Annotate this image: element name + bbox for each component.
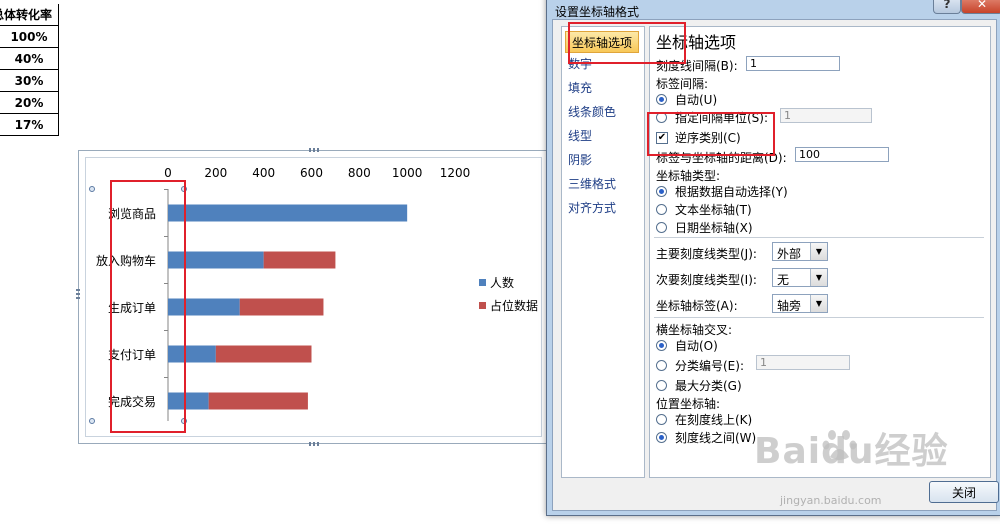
nav-line-style[interactable]: 线型 [568, 127, 592, 144]
bar-placeholder [263, 251, 336, 269]
legend-entry: 人数 [490, 275, 514, 290]
bar-people [168, 204, 408, 222]
table-cell[interactable]: 17% [0, 114, 59, 136]
label-interval-label: 标签间隔: [656, 77, 709, 91]
dialog-title: 设置坐标轴格式 [555, 5, 640, 19]
nav-3d-format[interactable]: 三维格式 [568, 175, 616, 192]
axis-labels-select[interactable]: 轴旁 ▼ [772, 294, 828, 313]
label-interval-unit-input[interactable]: 1 [780, 108, 872, 123]
x-tick-label: 400 [252, 166, 275, 180]
nav-line-color[interactable]: 线条颜色 [568, 103, 616, 120]
axis-type-text-radio[interactable]: 文本坐标轴(T) [656, 201, 752, 218]
x-tick-label: 0 [164, 166, 172, 180]
crosses-auto-radio[interactable]: 自动(O) [656, 337, 718, 354]
table-cell[interactable]: 30% [0, 70, 59, 92]
chevron-down-icon: ▼ [810, 295, 827, 312]
axis-options-panel: 坐标轴选项 刻度线间隔(B): 1 标签间隔: 自动(U) 指定间隔单位(S):… [649, 26, 991, 478]
column-header-conversion-rate[interactable]: 总体转化率 [0, 4, 59, 26]
legend-swatch [479, 279, 486, 286]
highlight-category-axis [110, 180, 186, 433]
watermark-text: Baidu经验 [754, 431, 949, 472]
nav-fill[interactable]: 填充 [568, 79, 592, 96]
legend-entry: 占位数据 [490, 298, 538, 313]
x-tick-label: 200 [204, 166, 227, 180]
axis-type-label: 坐标轴类型: [656, 169, 721, 183]
crosses-category-number-input[interactable]: 1 [756, 355, 850, 370]
selection-handle [89, 186, 95, 192]
label-distance-input[interactable]: 100 [795, 147, 889, 162]
legend-swatch [479, 302, 486, 309]
position-on-tick-radio[interactable]: 在刻度线上(K) [656, 411, 752, 428]
highlight-reverse-categories [647, 112, 775, 156]
close-icon[interactable]: ✕ [961, 0, 1000, 14]
axis-position-label: 位置坐标轴: [656, 397, 721, 411]
bar-placeholder [239, 298, 324, 316]
label-interval-auto-radio[interactable]: 自动(U) [656, 91, 717, 108]
x-tick-label: 600 [300, 166, 323, 180]
axis-labels-label: 坐标轴标签(A): [656, 299, 738, 313]
x-tick-label: 800 [348, 166, 371, 180]
watermark-url: jingyan.baidu.com [780, 494, 882, 507]
close-button[interactable]: 关闭 [929, 481, 999, 503]
axis-type-auto-radio[interactable]: 根据数据自动选择(Y) [656, 183, 788, 200]
x-tick-label: 1000 [392, 166, 423, 180]
highlight-axis-options [568, 22, 686, 64]
divider [654, 237, 984, 238]
table-cell[interactable]: 20% [0, 92, 59, 114]
chevron-down-icon: ▼ [810, 269, 827, 286]
table-cell[interactable]: 100% [0, 26, 59, 48]
help-button[interactable]: ? [933, 0, 961, 14]
tick-interval-input[interactable]: 1 [746, 56, 840, 71]
selection-handle [89, 418, 95, 424]
nav-shadow[interactable]: 阴影 [568, 151, 592, 168]
chevron-down-icon: ▼ [810, 243, 827, 260]
crosses-max-category-radio[interactable]: 最大分类(G) [656, 377, 742, 394]
bar-placeholder [215, 345, 312, 363]
crosses-category-number-radio[interactable]: 分类编号(E): [656, 357, 744, 374]
minor-tick-label: 次要刻度线类型(I): [656, 273, 757, 287]
crosses-label: 横坐标轴交叉: [656, 323, 733, 337]
nav-alignment[interactable]: 对齐方式 [568, 199, 616, 216]
category-nav: 坐标轴选项 数字 填充 线条颜色 线型 阴影 三维格式 对齐方式 [561, 26, 645, 478]
axis-type-date-radio[interactable]: 日期坐标轴(X) [656, 219, 753, 236]
divider [654, 317, 984, 318]
bar-placeholder [208, 392, 308, 410]
position-between-tick-radio[interactable]: 刻度线之间(W) [656, 429, 756, 446]
major-tick-label: 主要刻度线类型(J): [656, 247, 757, 261]
x-tick-label: 1200 [440, 166, 471, 180]
major-tick-select[interactable]: 外部 ▼ [772, 242, 828, 261]
table-cell[interactable]: 40% [0, 48, 59, 70]
minor-tick-select[interactable]: 无 ▼ [772, 268, 828, 287]
